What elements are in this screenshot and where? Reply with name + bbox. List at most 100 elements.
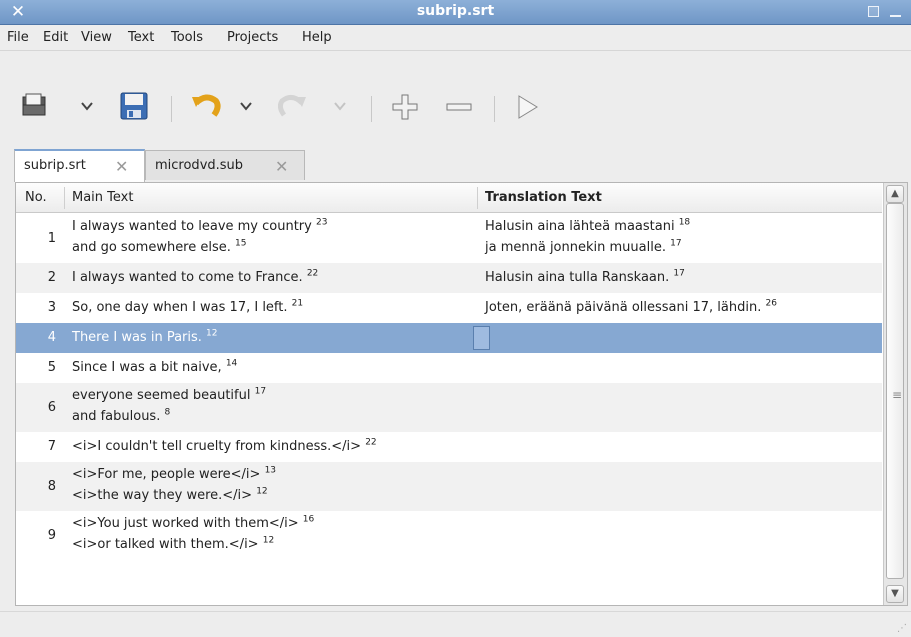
menu-text[interactable]: Text [128, 30, 154, 45]
menu-bar: File Edit View Text Tools Projects Help [0, 26, 911, 51]
char-count: 18 [678, 217, 691, 228]
main-text: So, one day when I was 17, I left. [72, 300, 288, 315]
save-icon[interactable] [118, 90, 150, 122]
toolbar-separator [371, 96, 372, 122]
char-count: 15 [235, 238, 247, 249]
menu-edit[interactable]: Edit [43, 30, 68, 45]
translation-text-line: Halusin aina tulla Ranskaan. 17 [485, 268, 685, 288]
column-divider [64, 187, 65, 209]
tab-subrip-srt[interactable]: subrip.srt ✕ [14, 149, 145, 182]
main-text-line: Since I was a bit naive, 14 [72, 358, 237, 378]
translation-edit-field[interactable] [473, 326, 490, 350]
row-number: 8 [47, 478, 56, 494]
row-number: 2 [47, 270, 56, 285]
main-text-line: I always wanted to leave my country 23 [72, 217, 327, 237]
scrollbar-thumb[interactable]: ≡ [886, 203, 904, 579]
table-header: No. Main Text Translation Text [16, 183, 882, 213]
column-divider [477, 187, 478, 209]
translation-text-line: Joten, eräänä päivänä ollessani 17, lähd… [485, 298, 777, 318]
char-count: 14 [225, 358, 238, 369]
main-text-line: So, one day when I was 17, I left. 21 [72, 298, 303, 318]
main-text: <i>For me, people were</i> [72, 467, 261, 482]
table-row[interactable]: 8 <i>For me, people were</i> 13 <i>the way… [16, 462, 882, 511]
main-text: I always wanted to leave my country [72, 219, 312, 234]
remove-subtitle-icon[interactable] [444, 92, 474, 122]
main-text-line: and fabulous. 8 [72, 407, 170, 427]
main-text-line: <i>I couldn't tell cruelty from kindness… [72, 437, 377, 457]
main-text: and go somewhere else. [72, 240, 231, 255]
window-title: subrip.srt [416, 3, 495, 19]
char-count: 13 [264, 465, 277, 476]
preview-play-icon[interactable] [512, 92, 542, 122]
char-count: 22 [365, 437, 377, 448]
main-text-line: <i>the way they were.</i> 12 [72, 486, 268, 506]
menu-projects[interactable]: Projects [227, 30, 278, 45]
redo-dropdown-icon[interactable] [333, 100, 347, 112]
table-row[interactable]: 2 I always wanted to come to France. 22 Ha… [16, 263, 882, 293]
char-count: 12 [206, 328, 218, 339]
char-count: 16 [302, 514, 315, 525]
title-bar: ✕ subrip.srt [0, 0, 911, 25]
resize-grip-icon[interactable]: ⋰ [897, 623, 907, 634]
char-count: 17 [254, 386, 267, 397]
redo-icon[interactable] [278, 91, 308, 121]
table-row[interactable]: 4 There I was in Paris. 12 [16, 323, 882, 353]
open-recent-dropdown-icon[interactable] [80, 100, 94, 112]
subtitle-table[interactable]: No. Main Text Translation Text 1 I always… [15, 182, 908, 606]
translation-text: Halusin aina lähteä maastani [485, 219, 675, 234]
main-text: <i>I couldn't tell cruelty from kindness… [72, 439, 362, 454]
row-number: 1 [47, 230, 56, 246]
scroll-up-icon[interactable]: ▲ [886, 185, 904, 203]
main-text: and fabulous. [72, 409, 161, 424]
main-text-line: There I was in Paris. 12 [72, 328, 218, 348]
main-text-line: <i>You just worked with them</i> 16 [72, 514, 314, 534]
open-file-icon[interactable] [20, 91, 50, 121]
main-text: Since I was a bit naive, [72, 360, 222, 375]
char-count: 17 [670, 238, 682, 249]
char-count: 12 [256, 486, 268, 497]
menu-tools[interactable]: Tools [171, 30, 203, 45]
minimize-window-icon[interactable] [890, 15, 901, 17]
char-count: 8 [164, 407, 171, 418]
row-number: 7 [47, 439, 56, 454]
table-row[interactable]: 6 everyone seemed beautiful 17 and fabulou… [16, 383, 882, 432]
column-header-translation-text[interactable]: Translation Text [485, 190, 602, 205]
close-tab-icon[interactable]: ✕ [115, 157, 128, 176]
column-header-main-text[interactable]: Main Text [72, 190, 133, 205]
main-text: I always wanted to come to France. [72, 270, 303, 285]
table-row[interactable]: 3 So, one day when I was 17, I left. 21 Jo… [16, 293, 882, 323]
vertical-scrollbar[interactable]: ▲ ≡ ▼ [883, 183, 907, 605]
char-count: 23 [316, 217, 328, 228]
maximize-window-icon[interactable] [868, 6, 879, 17]
main-text-line: everyone seemed beautiful 17 [72, 386, 266, 406]
table-row[interactable]: 1I always wanted to leave my country 23 a… [16, 214, 882, 263]
tab-label: microdvd.sub [155, 158, 244, 173]
translation-text: ja mennä jonnekin muualle. [485, 240, 666, 255]
char-count: 21 [291, 298, 304, 309]
tab-microdvd-sub[interactable]: microdvd.sub ✕ [145, 150, 305, 180]
table-row[interactable]: 7 <i>I couldn't tell cruelty from kindnes… [16, 432, 882, 462]
column-header-no[interactable]: No. [25, 190, 47, 205]
toolbar-separator [494, 96, 495, 122]
row-number: 4 [47, 330, 56, 345]
table-row[interactable]: 9 <i>You just worked with them</i> 16 <i>o… [16, 511, 882, 560]
main-text-line: and go somewhere else. 15 [72, 238, 246, 258]
main-text: everyone seemed beautiful [72, 388, 251, 403]
table-row[interactable]: 5 Since I was a bit naive, 14 [16, 353, 882, 383]
main-text: <i>the way they were.</i> [72, 488, 253, 503]
main-text-line: I always wanted to come to France. 22 [72, 268, 318, 288]
menu-view[interactable]: View [81, 30, 112, 45]
menu-help[interactable]: Help [302, 30, 332, 45]
close-tab-icon[interactable]: ✕ [275, 157, 288, 176]
menu-file[interactable]: File [7, 30, 29, 45]
undo-dropdown-icon[interactable] [239, 100, 253, 112]
char-count: 12 [262, 535, 275, 546]
scrollbar-grip-icon: ≡ [892, 388, 903, 402]
undo-icon[interactable] [190, 91, 222, 121]
translation-text-line: ja mennä jonnekin muualle. 17 [485, 238, 682, 258]
row-number: 3 [47, 300, 56, 315]
scroll-down-icon[interactable]: ▼ [886, 585, 904, 603]
char-count: 26 [765, 298, 777, 309]
tab-label: subrip.srt [24, 158, 86, 173]
add-subtitle-icon[interactable] [390, 92, 420, 122]
